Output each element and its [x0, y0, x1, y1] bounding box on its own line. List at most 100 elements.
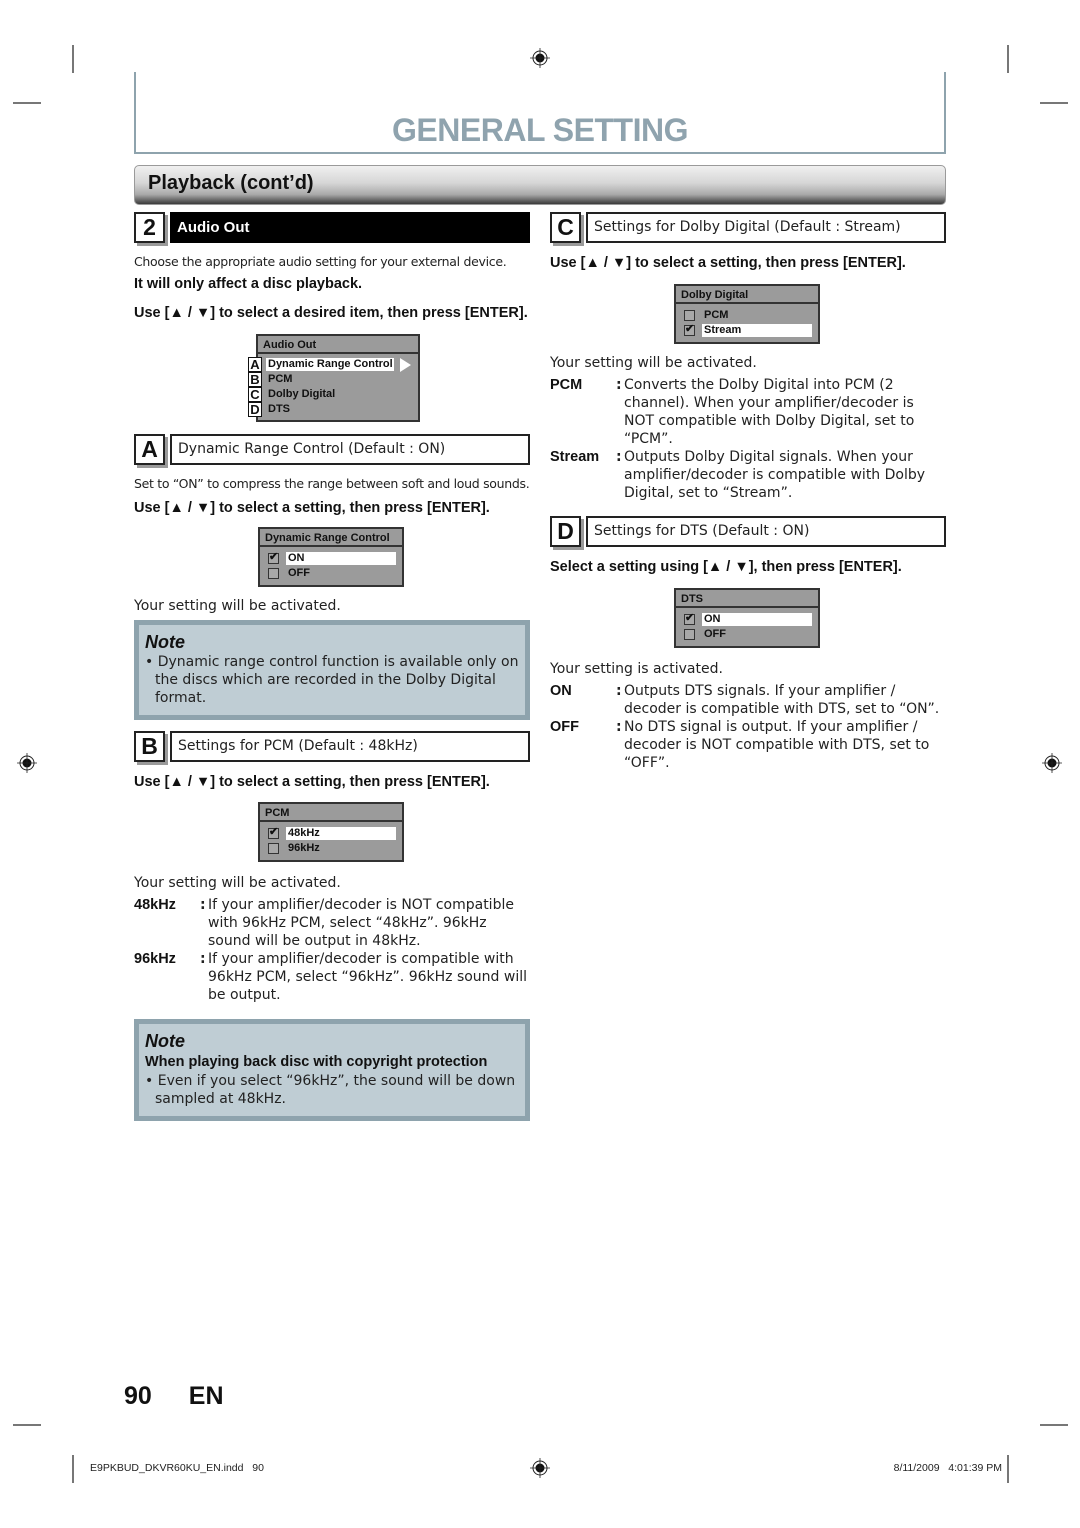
page-number-value: 90: [124, 1382, 152, 1410]
section-letter: A: [134, 434, 165, 465]
option-48khz[interactable]: 48kHz: [266, 825, 396, 841]
menu-title: PCM: [260, 804, 402, 822]
menu-title: Audio Out: [258, 336, 418, 354]
option-label: 96kHz: [288, 842, 320, 854]
option-off[interactable]: OFF: [266, 566, 396, 581]
crop-mark: [72, 45, 74, 73]
menu-item-label: Dolby Digital: [268, 388, 336, 400]
footer-filename: E9PKBUD_DKVR60KU_EN.indd 90: [90, 1462, 264, 1474]
page-number: 90 EN: [124, 1382, 224, 1411]
definition-text: Outputs DTS signals. If your amplifier /…: [624, 683, 940, 717]
step-2-instruction: Use [▲ / ▼] to select a desired item, th…: [134, 305, 528, 321]
option-on[interactable]: ON: [266, 550, 396, 566]
menu-item-label: Dynamic Range Control: [268, 358, 393, 370]
definition-term: ON: [550, 683, 572, 699]
menu-item-dolby-digital[interactable]: C Dolby Digital: [248, 387, 414, 402]
option-label: OFF: [704, 628, 726, 640]
note-title: Note: [145, 632, 185, 652]
note-title: Note: [145, 1031, 185, 1051]
menu-title: DTS: [676, 590, 818, 608]
left-column: 2 Audio Out Choose the appropriate audio…: [134, 212, 530, 1121]
letter-badge: C: [248, 387, 262, 402]
step-title: Audio Out: [170, 212, 530, 243]
crop-mark: [13, 102, 41, 104]
definition-text: No DTS signal is output. If your amplifi…: [624, 719, 930, 771]
menu-title: Dolby Digital: [676, 286, 818, 304]
option-label: OFF: [288, 567, 310, 579]
letter-badge: D: [248, 402, 262, 417]
footer-timestamp: 8/11/2009 4:01:39 PM: [893, 1462, 1002, 1474]
section-letter: B: [134, 731, 165, 762]
registration-mark-icon: [1042, 753, 1062, 773]
registration-mark-icon: [17, 753, 37, 773]
section-a-instruction: Use [▲ / ▼] to select a setting, then pr…: [134, 500, 490, 516]
definition-item: 48kHz : If your amplifier/decoder is NOT…: [134, 896, 530, 950]
option-label: Stream: [704, 324, 742, 336]
section-a-desc: Set to “ON” to compress the range betwee…: [134, 476, 530, 491]
option-off[interactable]: OFF: [682, 627, 812, 642]
section-letter: D: [550, 516, 581, 547]
definition-term: Stream: [550, 449, 600, 465]
section-bar: Playback (cont’d): [134, 165, 946, 205]
crop-mark: [1007, 1455, 1009, 1483]
pcm-menu: PCM 48kHz 96kHz: [258, 802, 404, 862]
definition-item: OFF : No DTS signal is output. If your a…: [550, 718, 946, 772]
checkbox-icon[interactable]: [268, 843, 279, 854]
definition-text: If your amplifier/decoder is NOT compati…: [208, 897, 514, 949]
section-a-result: Your setting will be activated.: [134, 598, 341, 614]
section-a-header: A Dynamic Range Control (Default : ON): [134, 434, 530, 465]
note-bullet: • Dynamic range control function is avai…: [145, 654, 519, 706]
definition-item: ON : Outputs DTS signals. If your amplif…: [550, 682, 946, 718]
step-number: 2: [134, 212, 165, 243]
definition-text: Outputs Dolby Digital signals. When your…: [624, 449, 926, 501]
option-label: ON: [288, 552, 305, 564]
definition-text: If your amplifier/decoder is compatible …: [208, 951, 528, 1003]
checkbox-checked-icon[interactable]: [268, 825, 279, 840]
option-96khz[interactable]: 96kHz: [266, 841, 396, 856]
dynamic-range-control-menu: Dynamic Range Control ON OFF: [258, 527, 404, 587]
checkbox-checked-icon[interactable]: [684, 611, 695, 626]
section-b-result: Your setting will be activated.: [134, 875, 341, 891]
pcm-definitions: 48kHz : If your amplifier/decoder is NOT…: [134, 896, 530, 1004]
dolby-definitions: PCM : Converts the Dolby Digital into PC…: [550, 376, 946, 502]
section-title: Settings for Dolby Digital (Default : St…: [586, 212, 946, 243]
section-d-header: D Settings for DTS (Default : ON): [550, 516, 946, 547]
definition-text: Converts the Dolby Digital into PCM (2 c…: [624, 377, 915, 447]
dts-definitions: ON : Outputs DTS signals. If your amplif…: [550, 682, 946, 772]
definition-term: 48kHz: [134, 897, 176, 913]
page-language: EN: [188, 1382, 224, 1410]
arrow-right-icon: [400, 358, 411, 372]
crop-mark: [1040, 1424, 1068, 1426]
dolby-digital-menu: Dolby Digital PCM Stream: [674, 284, 820, 344]
option-label: 48kHz: [288, 827, 320, 839]
option-pcm[interactable]: PCM: [682, 308, 812, 323]
checkbox-icon[interactable]: [684, 629, 695, 640]
definition-term: PCM: [550, 377, 583, 393]
menu-item-dts[interactable]: D DTS: [248, 402, 414, 417]
step-2-intro: Choose the appropriate audio setting for…: [134, 254, 507, 269]
section-b-header: B Settings for PCM (Default : 48kHz): [134, 731, 530, 762]
letter-badge: A: [248, 357, 262, 372]
option-stream[interactable]: Stream: [682, 322, 812, 338]
menu-title: Dynamic Range Control: [260, 529, 402, 547]
option-on[interactable]: ON: [682, 611, 812, 627]
menu-item-pcm[interactable]: B PCM: [248, 372, 414, 387]
definition-term: 96kHz: [134, 951, 176, 967]
definition-item: Stream : Outputs Dolby Digital signals. …: [550, 448, 946, 502]
section-title: Playback (cont’d): [148, 172, 314, 194]
page-title: GENERAL SETTING: [392, 112, 688, 148]
note-box: Note • Dynamic range control function is…: [134, 620, 530, 720]
option-label: ON: [704, 613, 721, 625]
checkbox-checked-icon[interactable]: [268, 550, 279, 565]
step-2-header: 2 Audio Out: [134, 212, 530, 243]
audio-out-menu: Audio Out A Dynamic Range Control B PCM …: [248, 334, 420, 422]
menu-item-dynamic-range-control[interactable]: A Dynamic Range Control: [248, 357, 414, 372]
menu-item-label: DTS: [268, 403, 290, 415]
section-c-result: Your setting will be activated.: [550, 355, 757, 371]
section-d-instruction: Select a setting using [▲ / ▼], then pre…: [550, 559, 902, 575]
checkbox-icon[interactable]: [268, 568, 279, 579]
checkbox-checked-icon[interactable]: [684, 322, 695, 337]
note-subtitle: When playing back disc with copyright pr…: [145, 1054, 488, 1070]
section-b-instruction: Use [▲ / ▼] to select a setting, then pr…: [134, 774, 490, 790]
checkbox-icon[interactable]: [684, 310, 695, 321]
